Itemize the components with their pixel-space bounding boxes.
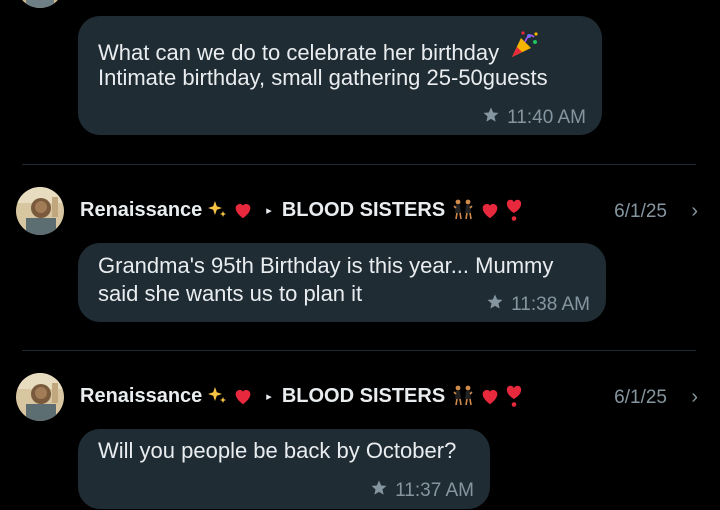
message-date: 6/1/25 bbox=[614, 201, 667, 222]
message-date: 6/1/25 bbox=[614, 387, 667, 408]
sparkles-icon bbox=[206, 199, 228, 221]
star-icon[interactable] bbox=[486, 293, 504, 317]
dancers-icon bbox=[451, 198, 475, 222]
avatar[interactable] bbox=[16, 373, 64, 421]
party-popper-icon bbox=[509, 30, 539, 60]
avatar[interactable] bbox=[16, 187, 64, 235]
arrow-icon: ▸ bbox=[266, 390, 272, 403]
heart-exclamation-icon bbox=[505, 384, 523, 408]
message-text-line-2: Intimate birthday, small gathering 25-50… bbox=[98, 65, 548, 90]
star-icon[interactable] bbox=[370, 479, 388, 503]
red-heart-icon bbox=[232, 385, 254, 407]
message-time: 11:38 AM bbox=[511, 294, 590, 315]
message-time: 11:40 AM bbox=[507, 107, 586, 128]
message-text-line: Will you people be back by October? bbox=[98, 438, 457, 463]
divider bbox=[22, 164, 696, 165]
avatar-top-partial[interactable] bbox=[16, 0, 64, 8]
red-heart-icon bbox=[232, 199, 254, 221]
message-bubble[interactable]: Grandma's 95th Birthday is this year... … bbox=[78, 243, 606, 322]
group-name: BLOOD SISTERS bbox=[281, 198, 446, 221]
message-text-line: What can we do to celebrate her birthday bbox=[98, 30, 539, 67]
message-bubble[interactable]: Will you people be back by October? 11:3… bbox=[78, 429, 490, 509]
message-text-line: Grandma's 95th Birthday is this year... … bbox=[98, 253, 554, 278]
red-heart-icon bbox=[479, 199, 501, 221]
sender-name: Renaissance bbox=[80, 384, 203, 407]
chevron-right-icon[interactable]: › bbox=[691, 386, 698, 409]
star-icon[interactable] bbox=[482, 106, 500, 130]
message-meta: 11:37 AM bbox=[370, 479, 474, 503]
sender-name: Renaissance bbox=[80, 198, 203, 221]
chevron-right-icon[interactable]: › bbox=[691, 200, 698, 223]
message-meta: 11:38 AM bbox=[486, 293, 590, 317]
message-header[interactable]: Renaissance ▸ BLOOD SISTERS bbox=[80, 198, 523, 222]
message-meta: 11:40 AM bbox=[482, 106, 586, 130]
group-name: BLOOD SISTERS bbox=[281, 384, 446, 407]
message-text: What can we do to celebrate her birthday bbox=[98, 40, 500, 65]
dancers-icon bbox=[451, 384, 475, 408]
sparkles-icon bbox=[206, 385, 228, 407]
message-bubble[interactable]: What can we do to celebrate her birthday… bbox=[78, 16, 602, 135]
message-text-line-2: said she wants us to plan it bbox=[98, 281, 363, 306]
red-heart-icon bbox=[479, 385, 501, 407]
heart-exclamation-icon bbox=[505, 198, 523, 222]
arrow-icon: ▸ bbox=[266, 204, 272, 217]
message-time: 11:37 AM bbox=[395, 480, 474, 501]
message-header[interactable]: Renaissance ▸ BLOOD SISTERS bbox=[80, 384, 523, 408]
divider bbox=[22, 350, 696, 351]
